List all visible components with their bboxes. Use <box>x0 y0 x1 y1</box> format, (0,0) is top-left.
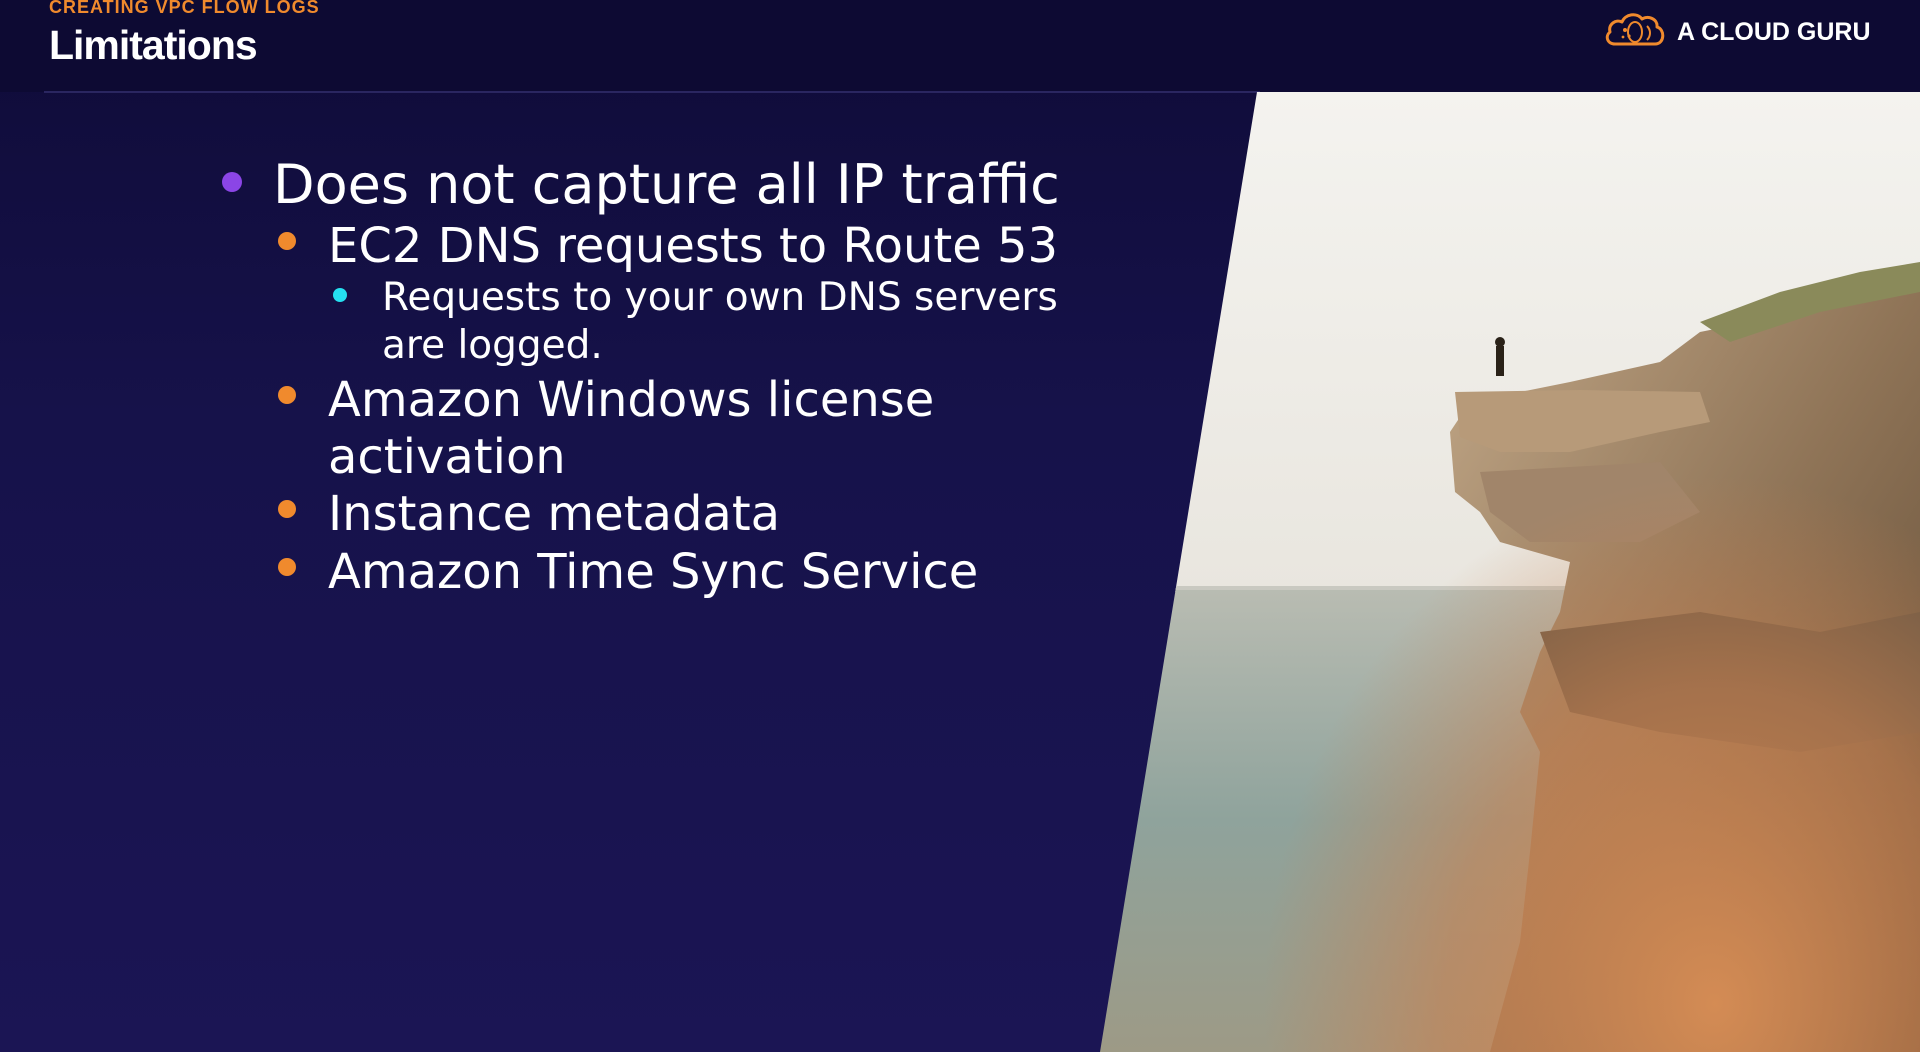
bullet-ec2-dns: EC2 DNS requests to Route 53 <box>328 218 1059 274</box>
bullet-dot <box>333 288 347 302</box>
cloud-logo-icon <box>1603 10 1667 54</box>
cliff-photo <box>1100 92 1920 1052</box>
bullet-dot <box>222 172 242 192</box>
bullet-list: Does not capture all IP traffic EC2 DNS … <box>0 0 1200 700</box>
bullet-own-dns-line1: Requests to your own DNS servers <box>382 275 1058 320</box>
brand-logo: A CLOUD GURU <box>1603 8 1871 56</box>
bullet-dot <box>278 232 296 250</box>
bullet-dot <box>278 500 296 518</box>
bullet-level1: Does not capture all IP traffic <box>273 153 1060 216</box>
bullet-dot <box>278 558 296 576</box>
brand-name: A CLOUD GURU <box>1677 17 1871 46</box>
bullet-windows-line1: Amazon Windows license <box>328 372 935 428</box>
bullet-windows-line2: activation <box>328 429 566 485</box>
bullet-own-dns-line2: are logged. <box>382 323 603 368</box>
bullet-dot <box>278 386 296 404</box>
bullet-time-sync: Amazon Time Sync Service <box>328 544 979 600</box>
bullet-metadata: Instance metadata <box>328 486 781 542</box>
